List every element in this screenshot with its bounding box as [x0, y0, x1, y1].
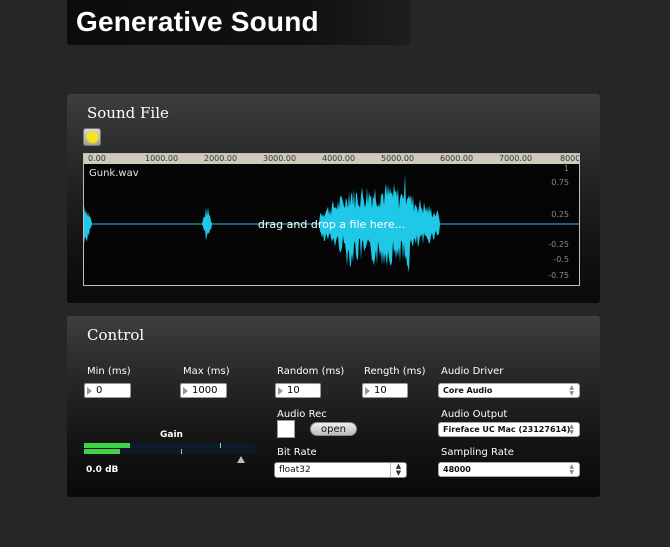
gain-label: Gain [160, 430, 183, 440]
drop-hint: drag and drop a file here... [257, 218, 406, 231]
updown-arrows-icon: ▲ ▼ [569, 384, 574, 397]
random-label: Random (ms) [277, 366, 345, 377]
meter-peak-right [181, 449, 182, 454]
status-led-icon [87, 132, 98, 143]
random-value: 10 [287, 385, 300, 396]
number-arrow-icon [278, 387, 283, 395]
audio-rec-toggle[interactable] [277, 420, 295, 438]
ruler-tick: 4000.00 [322, 154, 356, 163]
play-toggle-button[interactable] [83, 128, 101, 146]
control-panel: Control Min (ms) 0 Max (ms) 1000 Random … [67, 316, 600, 497]
max-label: Max (ms) [183, 366, 230, 377]
ruler-tick: 7000.00 [499, 154, 533, 163]
number-arrow-icon [183, 387, 188, 395]
sound-file-title: Sound File [87, 104, 169, 122]
gain-slider-thumb[interactable] [237, 456, 245, 463]
updown-arrows-icon: ▲ ▼ [390, 463, 406, 477]
bit-rate-label: Bit Rate [277, 447, 317, 458]
gain-db-readout: 0.0 dB [86, 465, 119, 475]
length-value: 10 [374, 385, 387, 396]
app-title: Generative Sound [76, 6, 319, 37]
ruler-tick: 1000.00 [145, 154, 179, 163]
amplitude-label: -0.75 [548, 271, 569, 280]
updown-arrows-icon: ▲ ▼ [569, 423, 574, 436]
sound-file-panel: Sound File 0.00 1000.00 2000.00 3000.00 … [67, 94, 600, 303]
gain-meter-left [84, 443, 255, 448]
title-bar: Generative Sound [67, 0, 410, 45]
ruler-tick: 0.00 [88, 154, 106, 163]
bit-rate-select[interactable]: float32 ▲ ▼ [274, 462, 407, 478]
number-arrow-icon [365, 387, 370, 395]
control-title: Control [87, 326, 145, 344]
ruler-tick: 2000.00 [204, 154, 238, 163]
audio-driver-label: Audio Driver [441, 366, 504, 377]
min-value: 0 [96, 385, 103, 396]
sampling-rate-label: Sampling Rate [441, 447, 514, 458]
audio-rec-label: Audio Rec [277, 409, 327, 420]
time-ruler: 0.00 1000.00 2000.00 3000.00 4000.00 500… [84, 154, 579, 164]
audio-driver-select[interactable]: Core Audio ▲ ▼ [438, 383, 580, 398]
amplitude-label: -0.25 [548, 240, 569, 249]
length-number-box[interactable]: 10 [362, 383, 408, 398]
audio-output-select[interactable]: Fireface UC Mac (23127614) ▲ ▼ [438, 422, 580, 437]
ruler-tick: 6000.00 [440, 154, 474, 163]
length-label: Rength (ms) [364, 366, 426, 377]
file-name: Gunk.wav [89, 168, 139, 179]
max-value: 1000 [192, 385, 218, 396]
ruler-tick: 8000 [560, 154, 579, 163]
amplitude-label: 1 [563, 164, 569, 173]
amplitude-label: 0.75 [551, 178, 569, 187]
waveform-display[interactable]: 0.00 1000.00 2000.00 3000.00 4000.00 500… [83, 153, 580, 286]
sampling-rate-value: 48000 [443, 465, 471, 474]
audio-output-label: Audio Output [441, 409, 508, 420]
amplitude-label: -0.5 [553, 255, 569, 264]
bit-rate-value: float32 [279, 465, 311, 475]
updown-arrows-icon: ▲ ▼ [569, 463, 574, 476]
meter-fill-right [84, 449, 120, 454]
min-number-box[interactable]: 0 [84, 383, 131, 398]
random-number-box[interactable]: 10 [275, 383, 321, 398]
audio-output-value: Fireface UC Mac (23127614) [443, 425, 571, 434]
ruler-tick: 3000.00 [263, 154, 297, 163]
min-label: Min (ms) [87, 366, 131, 377]
sampling-rate-select[interactable]: 48000 ▲ ▼ [438, 462, 580, 477]
ruler-tick: 5000.00 [381, 154, 415, 163]
meter-peak-left [220, 443, 221, 448]
meter-fill-left [84, 443, 131, 448]
max-number-box[interactable]: 1000 [180, 383, 227, 398]
open-button[interactable]: open [310, 422, 357, 436]
number-arrow-icon [87, 387, 92, 395]
gain-meter-right [84, 449, 255, 454]
audio-driver-value: Core Audio [443, 386, 493, 395]
